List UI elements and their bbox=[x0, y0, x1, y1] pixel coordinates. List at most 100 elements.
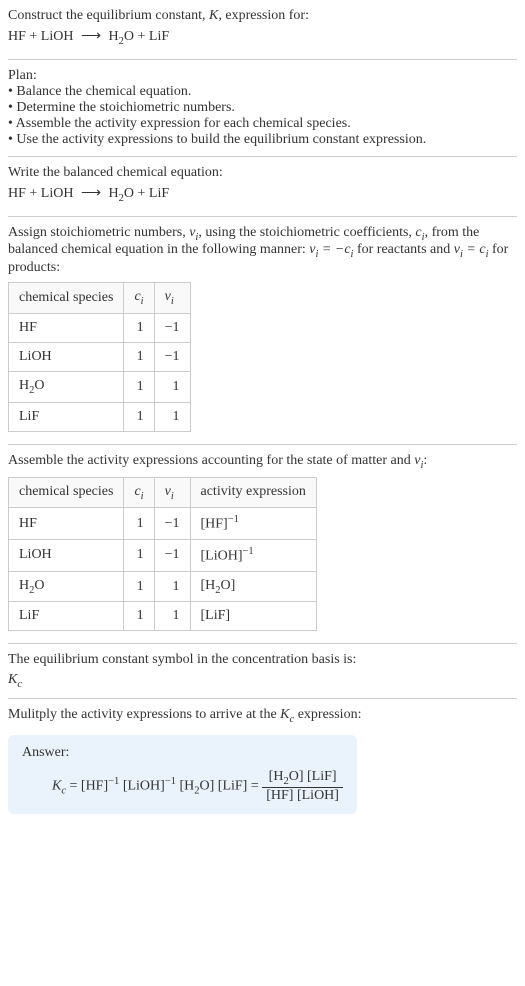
kc-c: c bbox=[17, 679, 22, 690]
col-nu: νi bbox=[154, 283, 190, 314]
c-cell: 1 bbox=[124, 313, 154, 342]
a-post: O] bbox=[221, 578, 236, 593]
arrow-icon: ⟶ bbox=[77, 29, 105, 44]
table-row: LiOH 1 −1 [LiOH]−1 bbox=[9, 540, 317, 572]
num-post: O] [LiF] bbox=[289, 769, 337, 784]
nu-header-sub: i bbox=[171, 296, 174, 307]
nu-eq: νi = −ci bbox=[309, 242, 353, 257]
c-cell: 1 bbox=[124, 342, 154, 371]
problem-statement: Construct the equilibrium constant, K, e… bbox=[8, 8, 517, 24]
equation-2: HF + LiOH ⟶ H2O + LiF bbox=[8, 185, 517, 204]
v-cell: 1 bbox=[154, 571, 190, 602]
product-rest: O + LiF bbox=[124, 29, 169, 44]
v-cell: 1 bbox=[154, 371, 190, 402]
stoich-pre: Assign stoichiometric numbers, bbox=[8, 225, 189, 240]
a-base: [LiOH] bbox=[201, 549, 243, 564]
ans-eq: = [HF] bbox=[66, 779, 108, 794]
multiply-text: Mulitply the activity expressions to arr… bbox=[8, 707, 517, 725]
c-cell: 1 bbox=[124, 371, 154, 402]
ans-t2: [LiOH] bbox=[119, 779, 165, 794]
v-cell: −1 bbox=[154, 540, 190, 572]
ans-sup2: −1 bbox=[165, 776, 176, 787]
divider bbox=[8, 59, 517, 60]
a-sup: −1 bbox=[228, 514, 239, 525]
kc-k: K bbox=[8, 672, 17, 687]
mult-k: K bbox=[280, 707, 289, 722]
num-pre: [H bbox=[269, 769, 284, 784]
product-rest: O + LiF bbox=[124, 186, 169, 201]
v-cell: −1 bbox=[154, 342, 190, 371]
plan-bullet-1: • Balance the chemical equation. bbox=[8, 84, 517, 100]
c-cell: 1 bbox=[124, 571, 154, 602]
stoich-table: chemical species ci νi HF 1 −1 LiOH 1 −1… bbox=[8, 282, 191, 432]
species-cell: HF bbox=[9, 313, 124, 342]
intro-text: Construct the equilibrium constant, bbox=[8, 8, 209, 23]
col-species: chemical species bbox=[9, 283, 124, 314]
col-nu: νi bbox=[154, 477, 190, 508]
mult-pre: Mulitply the activity expressions to arr… bbox=[8, 707, 280, 722]
c-cell: 1 bbox=[124, 540, 154, 572]
stoich-mid: , using the stoichiometric coefficients, bbox=[198, 225, 415, 240]
plan-heading: Plan: bbox=[8, 68, 517, 84]
species-cell: LiF bbox=[9, 602, 124, 631]
c-cell: 1 bbox=[124, 602, 154, 631]
v-cell: 1 bbox=[154, 602, 190, 631]
sp-pre: H bbox=[19, 578, 29, 593]
product-h2o-pre: H bbox=[109, 186, 119, 201]
divider bbox=[8, 216, 517, 217]
col-c: ci bbox=[124, 477, 154, 508]
sp-post: O bbox=[34, 578, 44, 593]
table-row: LiF 1 1 [LiF] bbox=[9, 602, 317, 631]
species-cell: H2O bbox=[9, 571, 124, 602]
ans-t3-pre: [H bbox=[176, 779, 194, 794]
intro-text-2: , expression for: bbox=[218, 8, 309, 23]
species-cell: LiOH bbox=[9, 342, 124, 371]
plan-section: Plan: • Balance the chemical equation. •… bbox=[8, 68, 517, 148]
answer-box: Answer: Kc = [HF]−1 [LiOH]−1 [H2O] [LiF]… bbox=[8, 735, 357, 814]
a-sup: −1 bbox=[243, 546, 254, 557]
c-cell: 1 bbox=[124, 508, 154, 540]
answer-label: Answer: bbox=[22, 745, 343, 761]
v-cell: −1 bbox=[154, 313, 190, 342]
fraction-denominator: [HF] [LiOH] bbox=[262, 788, 343, 804]
activity-cell: [LiF] bbox=[190, 602, 316, 631]
kc-symbol: Kc bbox=[8, 672, 517, 690]
divider bbox=[8, 698, 517, 699]
a-base: [HF] bbox=[201, 517, 228, 532]
col-c: ci bbox=[124, 283, 154, 314]
v-cell: 1 bbox=[154, 402, 190, 431]
activity-cell: [H2O] bbox=[190, 571, 316, 602]
a-pre: [H bbox=[201, 578, 216, 593]
plan-bullet-2: • Determine the stoichiometric numbers. bbox=[8, 100, 517, 116]
fraction-numerator: [H2O] [LiF] bbox=[262, 769, 343, 788]
mult-post: expression: bbox=[294, 707, 361, 722]
ans-sup1: −1 bbox=[108, 776, 119, 787]
product-h2o-pre: H bbox=[109, 29, 119, 44]
concbasis-text: The equilibrium constant symbol in the c… bbox=[8, 652, 517, 668]
divider bbox=[8, 643, 517, 644]
species-cell: H2O bbox=[9, 371, 124, 402]
table-row: LiOH 1 −1 bbox=[9, 342, 191, 371]
table-row: H2O 1 1 [H2O] bbox=[9, 571, 317, 602]
species-cell: LiF bbox=[9, 402, 124, 431]
ans-k: K bbox=[52, 779, 61, 794]
nu-eq2: νi = ci bbox=[454, 242, 489, 257]
table-header-row: chemical species ci νi activity expressi… bbox=[9, 477, 317, 508]
table-row: HF 1 −1 [HF]−1 bbox=[9, 508, 317, 540]
table-row: HF 1 −1 bbox=[9, 313, 191, 342]
activity-pre: Assemble the activity expressions accoun… bbox=[8, 453, 414, 468]
k-symbol: K bbox=[209, 8, 218, 23]
activity-text: Assemble the activity expressions accoun… bbox=[8, 453, 517, 471]
ans-t3-post: O] [LiF] = bbox=[200, 779, 263, 794]
sp-post: O bbox=[34, 378, 44, 393]
balanced-heading: Write the balanced chemical equation: bbox=[8, 165, 517, 181]
divider bbox=[8, 156, 517, 157]
activity-cell: [LiOH]−1 bbox=[190, 540, 316, 572]
v-cell: −1 bbox=[154, 508, 190, 540]
c-cell: 1 bbox=[124, 402, 154, 431]
col-species: chemical species bbox=[9, 477, 124, 508]
plan-bullet-3: • Assemble the activity expression for e… bbox=[8, 116, 517, 132]
stoich-r: for reactants and bbox=[353, 242, 453, 257]
equation-1: HF + LiOH ⟶ H2O + LiF bbox=[8, 28, 517, 47]
c-header-sub: i bbox=[141, 296, 144, 307]
